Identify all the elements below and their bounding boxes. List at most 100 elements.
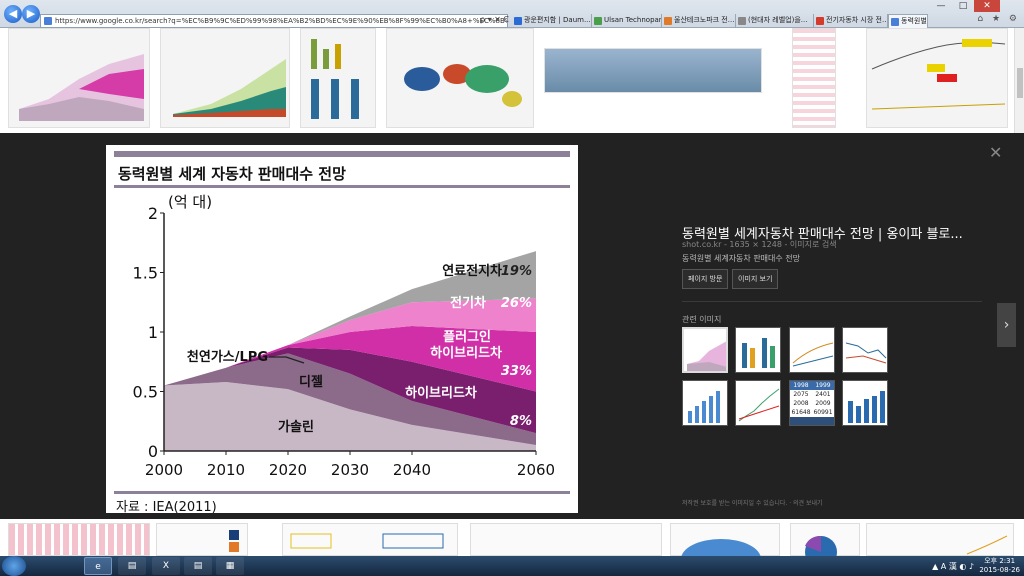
y-axis-label: (억 대) [168,193,212,211]
image-results-bottom [0,519,1024,556]
footer-bar [114,491,570,494]
table-cell: 60991 [813,409,833,416]
chart-annotation: 8% [510,414,532,429]
tab-label: 광운편지함 | Daum... [524,16,591,24]
result-thumbnail[interactable] [544,48,762,93]
table-cell: 61648 [791,409,811,416]
related-thumbnail[interactable] [682,380,728,426]
x-tick-label: 2000 [145,461,183,479]
table-cell: 2075 [793,391,809,398]
address-text: https://www.google.co.kr/search?q=%EC%B9… [55,17,507,25]
tab-label: 울산테크노파크 전... [674,16,735,24]
related-thumbnail[interactable] [735,380,781,426]
minimize-button[interactable]: — [930,0,952,12]
y-tick-label: 1 [148,323,158,342]
browser-chrome: ◀ ▶ https://www.google.co.kr/search?q=%E… [0,0,1024,28]
result-thumbnail[interactable] [866,28,1008,128]
related-thumbnail[interactable] [735,327,781,373]
clock-time: 오후 2:31 [984,557,1016,565]
y-tick-label: 0.5 [133,383,158,402]
browser-tab[interactable]: 동력원별 세계 ... [888,14,928,28]
x-tick-label: 2010 [207,461,245,479]
table-cell: 2401 [815,391,831,398]
address-bar[interactable]: https://www.google.co.kr/search?q=%EC%B9… [40,14,508,28]
visit-page-button[interactable]: 페이지 방문 [682,269,729,289]
next-image-arrow-icon[interactable]: › [997,303,1016,347]
related-thumbnail[interactable] [842,380,888,426]
result-thumbnail[interactable] [156,523,248,556]
tab-favicon-icon [514,17,522,25]
browser-tab[interactable]: Ulsan Technopark E... [592,14,662,28]
clock[interactable]: 오후 2:31 2015-08-26 [979,557,1020,575]
taskbar-app-icon[interactable]: X [152,557,180,575]
forward-button[interactable]: ▶ [22,5,40,23]
chart-annotation: 26% [501,296,532,311]
related-thumbnail[interactable] [789,327,835,373]
result-thumbnail[interactable] [670,523,780,556]
tab-favicon-icon [664,17,672,25]
copyright-notice[interactable]: 저작권 보호를 받는 이미지일 수 있습니다. · 의견 보내기 [682,498,823,507]
chart-annotation: 전기차 [450,295,486,311]
address-tools[interactable]: ρ ▾ ✕ C [480,15,509,24]
table-cell: 2009 [815,400,831,407]
tab-label: 동력원별 세계 ... [901,17,927,25]
chart-annotation: 33% [501,364,532,379]
browser-tab[interactable]: (현대자 레벨업)을... [736,14,814,28]
main-image[interactable]: 동력원별 세계 자동차 판매대수 전망 자료 : IEA(2011) 0 0.5 1 1.… [106,145,578,515]
divider [682,301,982,302]
result-thumbnail[interactable] [790,523,860,556]
taskbar-app-icon[interactable]: e [84,557,112,575]
chart-annotation: 플러그인 [443,329,491,345]
system-tray[interactable]: ▲ A 漢 ◐ ♪ [932,561,974,572]
browser-tab[interactable]: 전기자동차 시장 전... [814,14,888,28]
result-thumbnail[interactable] [8,523,150,556]
y-tick-label: 1.5 [133,264,158,283]
related-thumbnail-table[interactable]: 1998 1999 2075 2401 2008 2009 61648 60991 [789,380,835,426]
table-cell: 2008 [793,400,809,407]
result-thumbnail[interactable] [386,28,534,128]
chart-annotation: 하이브리드차 [405,385,477,401]
scrollbar-thumb[interactable] [1017,68,1023,98]
result-thumbnail[interactable] [160,28,290,128]
clock-date: 2015-08-26 [979,566,1020,574]
tab-favicon-icon [816,17,824,25]
result-thumbnail[interactable] [866,523,1014,556]
x-tick-label: 2020 [269,461,307,479]
chart-title: 동력원별 세계 자동차 판매대수 전망 [118,165,346,183]
close-icon[interactable]: ✕ [989,143,1002,162]
browser-tab[interactable]: 울산테크노파크 전... [662,14,736,28]
tab-label: (현대자 레벨업)을... [748,16,808,24]
view-image-button[interactable]: 이미지 보기 [732,269,779,289]
image-viewer-panel: 동력원별 세계 자동차 판매대수 전망 자료 : IEA(2011) 0 0.5 1 1.… [0,133,1024,519]
taskbar: e ▤ X ▤ ▦ ▲ A 漢 ◐ ♪ 오후 2:31 2015-08-26 [0,556,1024,576]
image-meta[interactable]: shot.co.kr - 1635 × 1248 - 이미지로 검색 [682,239,837,250]
start-button[interactable] [2,556,26,576]
results-scrollbar[interactable] [1014,28,1024,133]
title-bar-bottom [114,185,570,188]
chart-annotation: 19% [501,264,532,279]
window-close-button[interactable]: ✕ [974,0,1000,12]
related-thumbnail[interactable] [842,327,888,373]
title-bar-top [114,151,570,157]
back-button[interactable]: ◀ [4,5,22,23]
area-chart: 동력원별 세계 자동차 판매대수 전망자료 : IEA(2011) 0 0.5 1 1.… [114,151,570,515]
taskbar-app-icon[interactable]: ▦ [216,557,244,575]
result-thumbnail[interactable] [792,28,836,128]
x-tick-label: 2060 [517,461,555,479]
related-images-label: 관련 이미지 [682,315,722,324]
browser-toolbar-icons[interactable]: ⌂ ★ ⚙ [977,14,1020,24]
x-tick-label: 2030 [331,461,369,479]
result-thumbnail[interactable] [8,28,150,128]
x-tick-label: 2040 [393,461,431,479]
result-thumbnail[interactable] [470,523,662,556]
result-thumbnail[interactable] [282,523,458,556]
chart-annotation: 천연가스/LPG [187,350,268,365]
taskbar-app-icon[interactable]: ▤ [118,557,146,575]
table-cell: 1999 [815,382,831,389]
image-description: 동력원별 세계자동차 판매대수 전망 [682,254,801,263]
related-thumbnail[interactable] [682,327,728,373]
taskbar-app-icon[interactable]: ▤ [184,557,212,575]
result-thumbnail[interactable] [300,28,376,128]
browser-tab[interactable]: 광운편지함 | Daum... [512,14,592,28]
maximize-button[interactable]: □ [952,0,974,12]
